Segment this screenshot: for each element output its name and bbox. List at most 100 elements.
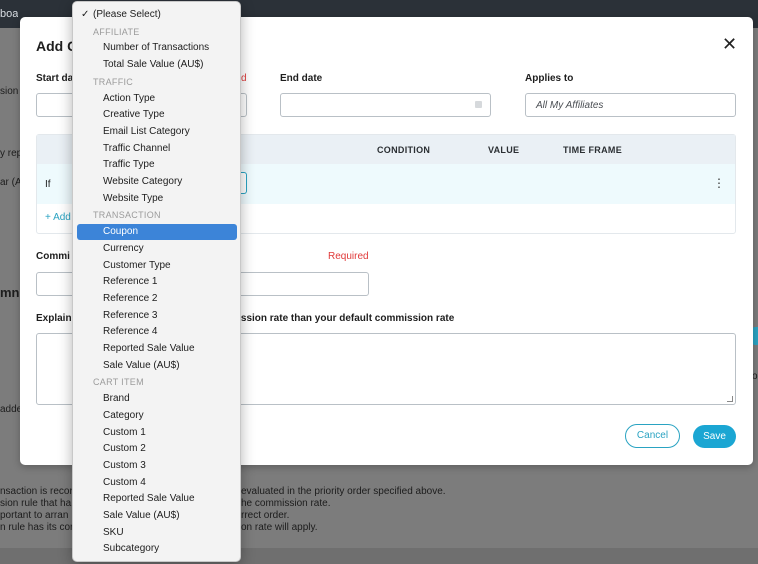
dropdown-option[interactable]: Reference 4 (77, 324, 237, 340)
dropdown-option[interactable]: Reported Sale Value (77, 341, 237, 357)
dropdown-group-header: AFFILIATE (93, 26, 140, 37)
bg-help-line-right: rrect order. (241, 510, 290, 521)
bg-help-line-right: on rate will apply. (241, 522, 318, 533)
condition-if-label: If (45, 179, 51, 190)
bg-heading-fragment: mn (0, 285, 20, 300)
dropdown-option-label: Currency (103, 242, 144, 254)
applies-to-select[interactable]: All My Affiliates (525, 93, 736, 117)
dropdown-option-label: Custom 1 (103, 426, 146, 438)
column-condition: CONDITION (377, 145, 431, 155)
dropdown-option[interactable]: Sale Value (AU$) (77, 358, 237, 374)
dropdown-option[interactable]: Brand (77, 391, 237, 407)
bg-text-fragment: y rep (0, 148, 20, 159)
end-date-label: End date (280, 73, 323, 84)
dropdown-option-label: Action Type (103, 92, 156, 104)
dropdown-option-label: Total Sale Value (AU$) (103, 59, 204, 71)
bg-text-fragment: adde (0, 404, 20, 415)
dropdown-option-label: Reference 2 (103, 292, 158, 304)
dropdown-option-selected[interactable]: Coupon (77, 224, 237, 241)
dropdown-option[interactable]: Custom 3 (77, 458, 237, 474)
applies-to-placeholder: All My Affiliates (536, 100, 604, 111)
dropdown-option-label: Custom 4 (103, 476, 146, 488)
dropdown-option-label: Coupon (103, 226, 139, 238)
start-date-required: d (241, 73, 247, 84)
dropdown-option-label: Custom 3 (103, 459, 146, 471)
applies-to-label: Applies to (525, 73, 574, 84)
dropdown-option[interactable]: Category (77, 408, 237, 424)
dropdown-option[interactable]: Email List Category (77, 124, 237, 140)
end-date-input[interactable] (280, 93, 491, 117)
bg-help-line-right: he commission rate. (241, 498, 331, 509)
explain-label-right: nission rate than your default commissio… (232, 313, 455, 324)
dropdown-option-label: Traffic Type (103, 159, 155, 171)
bg-text-fragment: sion (0, 86, 19, 97)
dropdown-option-label: Traffic Channel (103, 142, 171, 154)
bg-help-line-right: evaluated in the priority order specifie… (241, 486, 446, 497)
bg-help-line-left: n rule has its cor (0, 522, 74, 533)
dropdown-group-header: CART ITEM (93, 377, 144, 388)
dropdown-option-label: Subcategory (103, 543, 160, 555)
add-condition-link[interactable]: + Add (45, 212, 75, 223)
commission-required: Required (328, 251, 369, 262)
dropdown-option[interactable]: Custom 1 (77, 425, 237, 441)
condition-field-dropdown: ✓ (Please Select) AFFILIATE Number of Trans… (72, 1, 241, 562)
dropdown-option[interactable]: Website Type (77, 191, 237, 207)
commission-label: Commi (36, 251, 70, 262)
dropdown-option[interactable]: Reference 3 (77, 308, 237, 324)
dropdown-option[interactable]: ✓ (Please Select) (77, 7, 237, 23)
dropdown-option[interactable]: Traffic Type (77, 157, 237, 173)
start-date-label: Start da (36, 73, 74, 84)
calendar-icon[interactable] (475, 101, 482, 108)
column-time-frame: TIME FRAME (563, 145, 622, 155)
dropdown-option[interactable]: Sale Value (AU$) (77, 508, 237, 524)
dropdown-option-label: Sale Value (AU$) (103, 359, 180, 371)
more-options-icon[interactable]: ⋮ (713, 176, 725, 190)
dropdown-option[interactable]: Action Type (77, 91, 237, 107)
dropdown-option[interactable]: Number of Transactions (77, 40, 237, 56)
bg-help-line-left: nsaction is recor (0, 486, 73, 497)
dropdown-option[interactable]: Creative Type (77, 107, 237, 123)
close-icon[interactable]: ✕ (722, 35, 737, 53)
dropdown-option-label: Creative Type (103, 109, 165, 121)
dropdown-option-label: Reference 1 (103, 276, 158, 288)
dropdown-option-label: SKU (103, 526, 124, 538)
dropdown-option-label: Custom 2 (103, 443, 146, 455)
dropdown-option[interactable]: Reference 1 (77, 274, 237, 290)
bg-help-line-left: portant to arran (0, 510, 69, 521)
dropdown-option[interactable]: Subcategory (77, 541, 237, 557)
dropdown-option[interactable]: Customer Type (77, 258, 237, 274)
dropdown-option[interactable]: Website Category (77, 174, 237, 190)
dropdown-option[interactable]: SKU (77, 525, 237, 541)
column-value: VALUE (488, 145, 520, 155)
checkmark-icon: ✓ (81, 9, 90, 20)
save-button[interactable]: Save (693, 425, 736, 448)
dropdown-option[interactable]: Currency (77, 241, 237, 257)
explain-label-left: Explain (36, 313, 72, 324)
dropdown-option-label: Brand (103, 393, 130, 405)
resize-handle-icon[interactable] (727, 396, 733, 402)
dropdown-option[interactable]: Custom 4 (77, 475, 237, 491)
dropdown-option-label: Reported Sale Value (103, 493, 195, 505)
dropdown-option-label: Category (103, 409, 144, 421)
dropdown-option-label: Email List Category (103, 125, 190, 137)
dropdown-option-label: Reported Sale Value (103, 343, 195, 354)
dropdown-group-header: TRAFFIC (93, 76, 134, 87)
dropdown-option-label: Website Type (103, 192, 164, 204)
dropdown-option-label: Website Category (103, 176, 183, 187)
nav-item-dashboard[interactable]: board (0, 8, 18, 20)
dropdown-group-header: TRANSACTION (93, 210, 161, 221)
dropdown-option[interactable]: Total Sale Value (AU$) (77, 57, 237, 73)
cancel-button[interactable]: Cancel (625, 424, 680, 448)
dropdown-option-label: (Please Select) (93, 9, 161, 20)
dropdown-option-label: Sale Value (AU$) (103, 510, 180, 521)
dropdown-option[interactable]: Custom 2 (77, 441, 237, 457)
dropdown-option[interactable]: Reference 2 (77, 291, 237, 307)
bg-help-line-left: sion rule that ha (0, 498, 72, 509)
dropdown-option-label: Number of Transactions (103, 42, 210, 54)
dropdown-option-label: Customer Type (103, 259, 171, 271)
dropdown-option[interactable]: Reported Sale Value (77, 491, 237, 507)
dropdown-option[interactable]: Traffic Channel (77, 141, 237, 157)
modal-title: Add C (36, 38, 72, 54)
bg-text-fragment: ar (A (0, 177, 20, 188)
dropdown-option-label: Reference 4 (103, 326, 158, 338)
